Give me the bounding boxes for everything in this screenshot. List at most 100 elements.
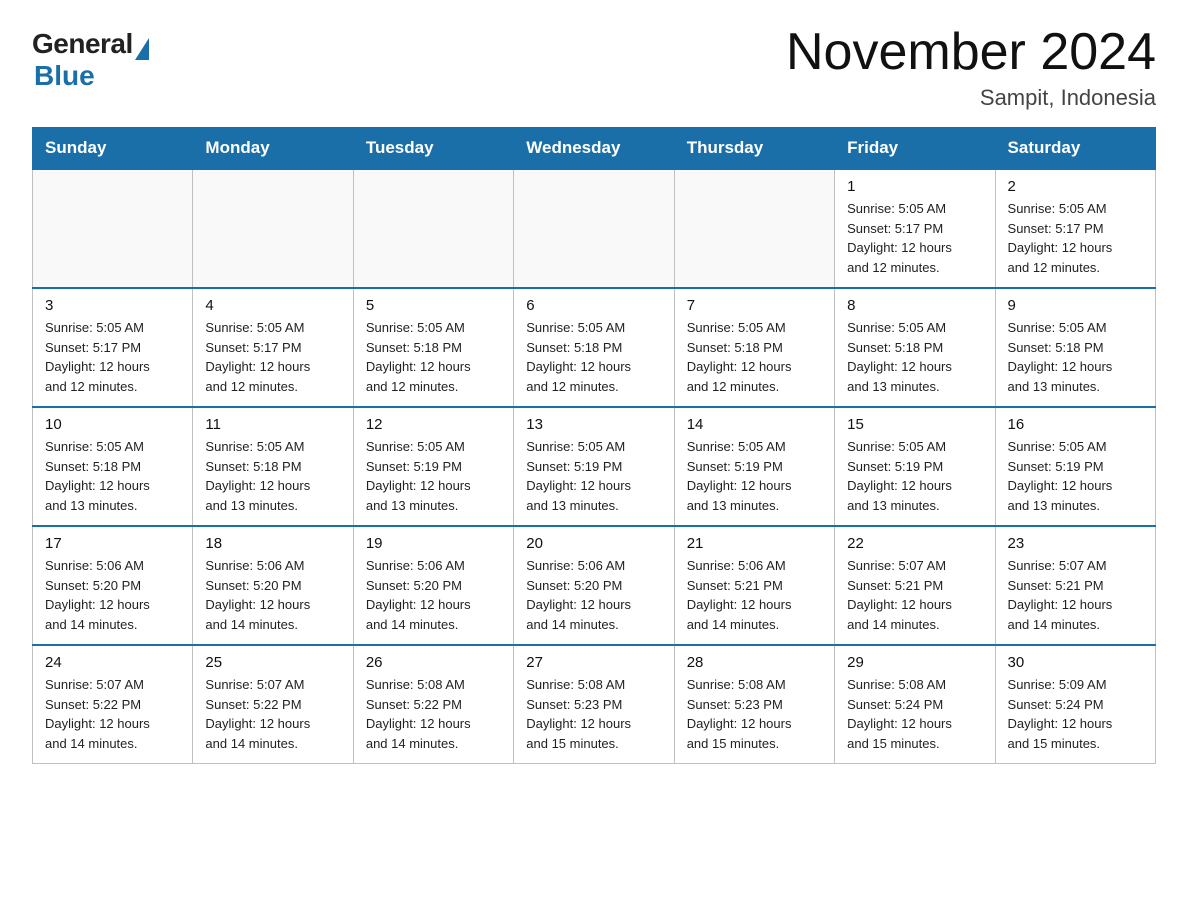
weekday-header: Sunday	[33, 128, 193, 170]
day-number: 16	[1008, 416, 1145, 433]
day-info: Sunrise: 5:06 AM Sunset: 5:20 PM Dayligh…	[526, 556, 663, 634]
day-info: Sunrise: 5:07 AM Sunset: 5:21 PM Dayligh…	[847, 556, 984, 634]
calendar-week-row: 3 Sunrise: 5:05 AM Sunset: 5:17 PM Daylig…	[33, 288, 1156, 407]
day-number: 9	[1008, 297, 1145, 314]
calendar-day-cell: 12Sunrise: 5:05 AM Sunset: 5:19 PM Dayli…	[353, 407, 513, 526]
day-number: 28	[687, 654, 824, 671]
day-info: Sunrise: 5:05 AM Sunset: 5:18 PM Dayligh…	[526, 318, 663, 396]
day-info: Sunrise: 5:08 AM Sunset: 5:23 PM Dayligh…	[687, 675, 824, 753]
title-block: November 2024 Sampit, Indonesia	[786, 24, 1156, 111]
day-info: Sunrise: 5:07 AM Sunset: 5:22 PM Dayligh…	[205, 675, 342, 753]
calendar-day-cell	[514, 169, 674, 288]
day-number: 30	[1008, 654, 1145, 671]
day-number: 12	[366, 416, 503, 433]
calendar-day-cell: 21 Sunrise: 5:06 AM Sunset: 5:21 PM Dayli…	[674, 526, 834, 645]
calendar-week-row: 17 Sunrise: 5:06 AM Sunset: 5:20 PM Dayli…	[33, 526, 1156, 645]
calendar-day-cell: 4 Sunrise: 5:05 AM Sunset: 5:17 PM Daylig…	[193, 288, 353, 407]
day-number: 29	[847, 654, 984, 671]
day-number: 25	[205, 654, 342, 671]
weekday-header: Wednesday	[514, 128, 674, 170]
day-number: 11	[205, 416, 342, 433]
day-info: Sunrise: 5:05 AM Sunset: 5:19 PM Dayligh…	[526, 437, 663, 515]
day-number: 20	[526, 535, 663, 552]
weekday-header: Friday	[835, 128, 995, 170]
day-info: Sunrise: 5:05 AM Sunset: 5:17 PM Dayligh…	[45, 318, 182, 396]
calendar-day-cell: 28 Sunrise: 5:08 AM Sunset: 5:23 PM Dayli…	[674, 645, 834, 764]
calendar-day-cell	[353, 169, 513, 288]
calendar-day-cell	[33, 169, 193, 288]
day-info: Sunrise: 5:05 AM Sunset: 5:18 PM Dayligh…	[205, 437, 342, 515]
day-number: 19	[366, 535, 503, 552]
calendar-day-cell: 1Sunrise: 5:05 AM Sunset: 5:17 PM Daylig…	[835, 169, 995, 288]
calendar-day-cell: 26 Sunrise: 5:08 AM Sunset: 5:22 PM Dayli…	[353, 645, 513, 764]
calendar-day-cell: 2 Sunrise: 5:05 AM Sunset: 5:17 PM Daylig…	[995, 169, 1155, 288]
day-number: 27	[526, 654, 663, 671]
weekday-header: Monday	[193, 128, 353, 170]
day-info: Sunrise: 5:06 AM Sunset: 5:21 PM Dayligh…	[687, 556, 824, 634]
calendar-week-row: 1Sunrise: 5:05 AM Sunset: 5:17 PM Daylig…	[33, 169, 1156, 288]
calendar-subtitle: Sampit, Indonesia	[786, 85, 1156, 111]
day-info: Sunrise: 5:05 AM Sunset: 5:17 PM Dayligh…	[205, 318, 342, 396]
logo-blue-text: Blue	[34, 60, 95, 92]
calendar-day-cell: 18 Sunrise: 5:06 AM Sunset: 5:20 PM Dayli…	[193, 526, 353, 645]
day-info: Sunrise: 5:05 AM Sunset: 5:17 PM Dayligh…	[1008, 199, 1145, 277]
day-number: 22	[847, 535, 984, 552]
day-info: Sunrise: 5:08 AM Sunset: 5:24 PM Dayligh…	[847, 675, 984, 753]
day-number: 10	[45, 416, 182, 433]
calendar-day-cell: 17 Sunrise: 5:06 AM Sunset: 5:20 PM Dayli…	[33, 526, 193, 645]
day-number: 4	[205, 297, 342, 314]
calendar-day-cell: 30Sunrise: 5:09 AM Sunset: 5:24 PM Dayli…	[995, 645, 1155, 764]
calendar-week-row: 24 Sunrise: 5:07 AM Sunset: 5:22 PM Dayli…	[33, 645, 1156, 764]
day-info: Sunrise: 5:07 AM Sunset: 5:22 PM Dayligh…	[45, 675, 182, 753]
calendar-day-cell: 24 Sunrise: 5:07 AM Sunset: 5:22 PM Dayli…	[33, 645, 193, 764]
calendar-day-cell: 22 Sunrise: 5:07 AM Sunset: 5:21 PM Dayli…	[835, 526, 995, 645]
calendar-day-cell: 7 Sunrise: 5:05 AM Sunset: 5:18 PM Daylig…	[674, 288, 834, 407]
day-number: 2	[1008, 178, 1145, 195]
calendar-day-cell: 27Sunrise: 5:08 AM Sunset: 5:23 PM Dayli…	[514, 645, 674, 764]
day-info: Sunrise: 5:07 AM Sunset: 5:21 PM Dayligh…	[1008, 556, 1145, 634]
calendar-week-row: 10 Sunrise: 5:05 AM Sunset: 5:18 PM Dayli…	[33, 407, 1156, 526]
day-info: Sunrise: 5:05 AM Sunset: 5:18 PM Dayligh…	[366, 318, 503, 396]
day-info: Sunrise: 5:05 AM Sunset: 5:18 PM Dayligh…	[687, 318, 824, 396]
day-info: Sunrise: 5:08 AM Sunset: 5:22 PM Dayligh…	[366, 675, 503, 753]
day-info: Sunrise: 5:06 AM Sunset: 5:20 PM Dayligh…	[366, 556, 503, 634]
day-info: Sunrise: 5:05 AM Sunset: 5:18 PM Dayligh…	[847, 318, 984, 396]
calendar-title: November 2024	[786, 24, 1156, 81]
calendar-day-cell: 14 Sunrise: 5:05 AM Sunset: 5:19 PM Dayli…	[674, 407, 834, 526]
day-number: 6	[526, 297, 663, 314]
day-number: 15	[847, 416, 984, 433]
day-info: Sunrise: 5:05 AM Sunset: 5:19 PM Dayligh…	[687, 437, 824, 515]
calendar-day-cell: 6 Sunrise: 5:05 AM Sunset: 5:18 PM Daylig…	[514, 288, 674, 407]
calendar-day-cell: 25 Sunrise: 5:07 AM Sunset: 5:22 PM Dayli…	[193, 645, 353, 764]
calendar-day-cell: 20 Sunrise: 5:06 AM Sunset: 5:20 PM Dayli…	[514, 526, 674, 645]
day-number: 23	[1008, 535, 1145, 552]
day-info: Sunrise: 5:05 AM Sunset: 5:19 PM Dayligh…	[847, 437, 984, 515]
day-number: 21	[687, 535, 824, 552]
calendar-day-cell: 19 Sunrise: 5:06 AM Sunset: 5:20 PM Dayli…	[353, 526, 513, 645]
calendar-table: SundayMondayTuesdayWednesdayThursdayFrid…	[32, 127, 1156, 764]
calendar-day-cell	[193, 169, 353, 288]
day-info: Sunrise: 5:06 AM Sunset: 5:20 PM Dayligh…	[205, 556, 342, 634]
calendar-day-cell: 9 Sunrise: 5:05 AM Sunset: 5:18 PM Daylig…	[995, 288, 1155, 407]
day-number: 13	[526, 416, 663, 433]
calendar-day-cell: 16Sunrise: 5:05 AM Sunset: 5:19 PM Dayli…	[995, 407, 1155, 526]
day-number: 26	[366, 654, 503, 671]
day-number: 17	[45, 535, 182, 552]
weekday-header: Saturday	[995, 128, 1155, 170]
day-info: Sunrise: 5:05 AM Sunset: 5:18 PM Dayligh…	[1008, 318, 1145, 396]
day-number: 7	[687, 297, 824, 314]
calendar-day-cell: 29 Sunrise: 5:08 AM Sunset: 5:24 PM Dayli…	[835, 645, 995, 764]
page-header: General Blue November 2024 Sampit, Indon…	[32, 24, 1156, 111]
day-number: 18	[205, 535, 342, 552]
day-info: Sunrise: 5:05 AM Sunset: 5:17 PM Dayligh…	[847, 199, 984, 277]
calendar-header-row: SundayMondayTuesdayWednesdayThursdayFrid…	[33, 128, 1156, 170]
logo-triangle-icon	[135, 38, 149, 60]
day-number: 24	[45, 654, 182, 671]
day-number: 3	[45, 297, 182, 314]
calendar-day-cell: 13 Sunrise: 5:05 AM Sunset: 5:19 PM Dayli…	[514, 407, 674, 526]
weekday-header: Thursday	[674, 128, 834, 170]
logo-general-text: General	[32, 28, 133, 60]
day-info: Sunrise: 5:06 AM Sunset: 5:20 PM Dayligh…	[45, 556, 182, 634]
calendar-day-cell: 11 Sunrise: 5:05 AM Sunset: 5:18 PM Dayli…	[193, 407, 353, 526]
day-number: 14	[687, 416, 824, 433]
